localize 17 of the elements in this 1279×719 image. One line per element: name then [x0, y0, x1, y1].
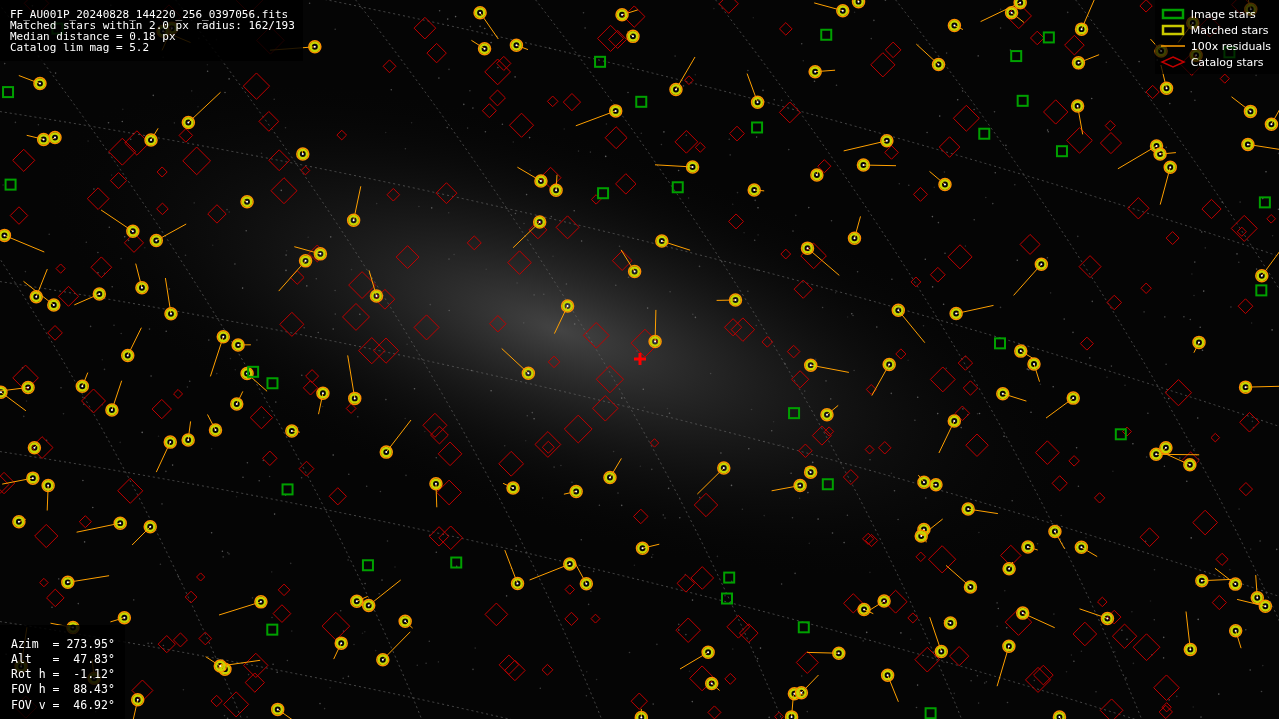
- pointing-line: Alt = 47.83°: [11, 651, 115, 668]
- legend-label: Image stars: [1190, 8, 1256, 20]
- pointing-line: Azim = 273.95°: [11, 636, 115, 652]
- pointing-line: FOV h = 88.43°: [11, 682, 115, 698]
- pointing-line: FOV v = 46.92°: [11, 697, 115, 713]
- info-line: Median distance = 0.18 px: [10, 31, 176, 42]
- legend-label: Matched stars: [1190, 24, 1269, 36]
- diamond-icon: [1160, 56, 1185, 68]
- rectangle-icon: [1160, 24, 1185, 36]
- info-line: FF_AU001P_20240828_144220_256_0397056.fits: [10, 9, 290, 20]
- rectangle-icon: [1160, 8, 1185, 20]
- info-line: Matched stars within 2.0 px radius: 162/193: [10, 20, 295, 31]
- legend-label: Catalog stars: [1190, 56, 1264, 68]
- info-line: Catalog lim mag = 5.2: [10, 42, 151, 53]
- center-cross-icon: [634, 353, 646, 365]
- pointing-line: Rot h = -1.12°: [11, 667, 115, 683]
- legend-label: 100x residuals: [1190, 40, 1271, 52]
